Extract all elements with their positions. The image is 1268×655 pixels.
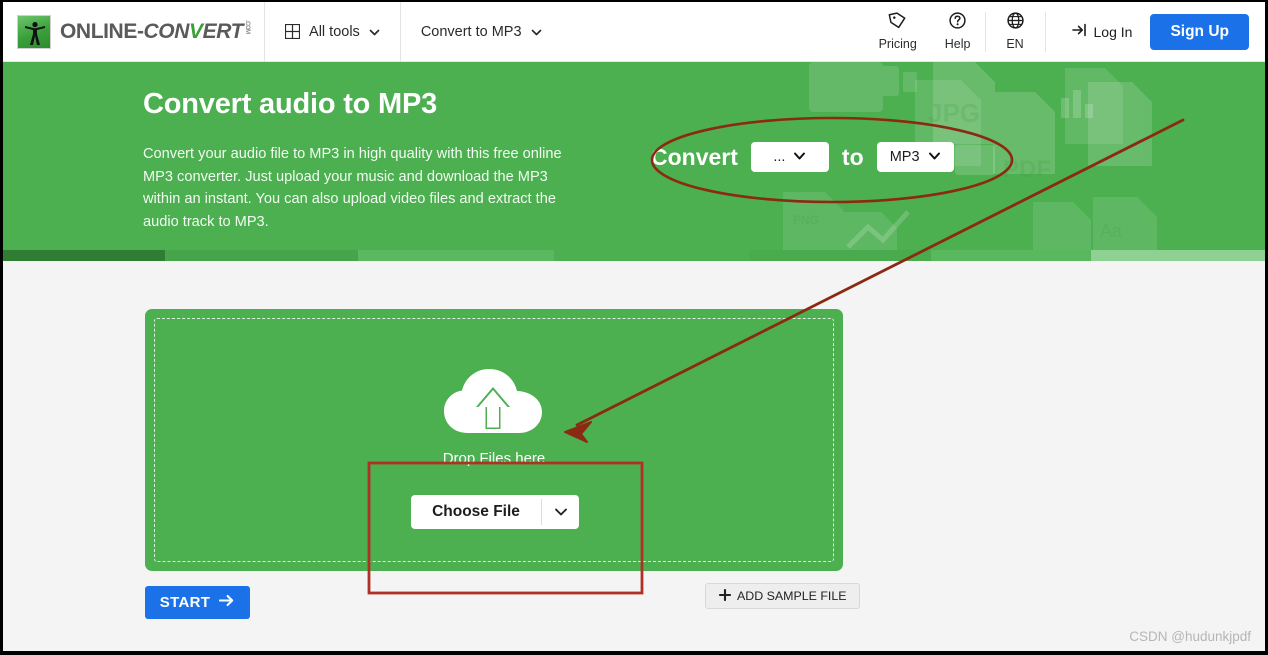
login-link[interactable]: Log In <box>1046 23 1151 40</box>
header-spacer <box>562 2 865 61</box>
logo-part-ert: ERT <box>202 19 244 43</box>
convert-label: Convert <box>651 143 738 170</box>
choose-file-label: Choose File <box>432 503 520 520</box>
target-format-select[interactable]: MP3 <box>876 142 954 172</box>
strip-segment <box>3 250 165 261</box>
file-dropzone[interactable]: Drop Files here <box>145 309 843 571</box>
nav-all-tools-label: All tools <box>309 23 360 40</box>
tag-icon <box>888 12 907 35</box>
dropzone-label: Drop Files here <box>442 450 546 467</box>
help-label: Help <box>944 37 971 51</box>
strip-segment <box>750 250 931 261</box>
nav-all-tools[interactable]: All tools <box>264 2 400 61</box>
header-actions: Pricing Help EN Log In Sign Up <box>865 2 1265 61</box>
chevron-down-icon <box>928 149 941 165</box>
logo-part-online: ONLINE <box>60 19 137 43</box>
source-format-select[interactable]: ... <box>750 142 829 172</box>
login-arrow-icon <box>1071 23 1088 40</box>
start-label: START <box>159 594 211 611</box>
add-sample-file-label: ADD SAMPLE FILE <box>737 589 847 603</box>
add-sample-file-button[interactable]: ADD SAMPLE FILE <box>705 583 861 609</box>
logo-domain: .COM <box>244 19 251 34</box>
svg-text:Aa: Aa <box>1100 221 1123 241</box>
choose-file-button[interactable]: Choose File <box>411 495 579 529</box>
source-format-value: ... <box>773 148 786 165</box>
strip-segment <box>931 250 1091 261</box>
svg-text:PDF: PDF <box>1003 156 1051 183</box>
hero-banner: JPG PDF PNG Aa Convert audio to MP3 Conv… <box>3 62 1265 258</box>
logo-dash: - <box>136 19 144 43</box>
question-circle-icon <box>948 12 967 35</box>
hero-content: Convert audio to MP3 Convert your audio … <box>3 62 563 233</box>
nav-convert-to-mp3-label: Convert to MP3 <box>420 23 522 40</box>
browser-page: ONLINE - CON V ERT .COM All tools Convert to … <box>0 0 1268 655</box>
svg-text:JPG: JPG <box>928 98 980 128</box>
cloud-upload-icon <box>442 365 546 444</box>
strip-segment <box>554 250 750 261</box>
chevron-down-icon <box>531 26 542 37</box>
watermark-text: CSDN @hudunkjpdf <box>1129 629 1251 644</box>
strip-segment <box>165 250 358 261</box>
chevron-down-icon <box>369 26 380 37</box>
strip-segment <box>1091 250 1265 261</box>
grid-icon <box>284 23 301 40</box>
help-link[interactable]: Help <box>931 12 985 51</box>
globe-icon <box>1006 12 1025 35</box>
language-label: EN <box>1006 37 1024 51</box>
nav-convert-to-mp3[interactable]: Convert to MP3 <box>399 2 562 61</box>
chevron-down-icon <box>793 149 806 165</box>
page-title: Convert audio to MP3 <box>143 88 438 120</box>
dropzone-center: Drop Files here <box>145 365 843 467</box>
arrow-right-icon <box>219 594 235 611</box>
convert-selector-row: Convert ... to MP3 <box>651 142 954 172</box>
hero-description: Convert your audio file to MP3 in high q… <box>143 146 562 230</box>
login-label: Log In <box>1093 23 1133 40</box>
site-logo[interactable]: ONLINE - CON V ERT .COM <box>3 2 264 61</box>
signup-button[interactable]: Sign Up <box>1150 13 1249 50</box>
logo-text: ONLINE - CON V ERT .COM <box>60 20 250 44</box>
target-format-value: MP3 <box>889 148 920 165</box>
site-header: ONLINE - CON V ERT .COM All tools Convert to … <box>3 2 1265 62</box>
choose-file-caret[interactable] <box>542 507 579 517</box>
logo-part-con: CON <box>143 19 190 43</box>
language-selector[interactable]: EN <box>984 11 1046 52</box>
plus-icon <box>718 588 732 604</box>
pricing-link[interactable]: Pricing <box>865 12 931 51</box>
to-label: to <box>841 143 864 170</box>
logo-part-v: V <box>189 19 203 43</box>
svg-text:PNG: PNG <box>793 213 819 227</box>
main-content: Drop Files here Choose File START ADD SA… <box>3 261 1265 651</box>
progress-strip <box>3 250 1265 261</box>
pricing-label: Pricing <box>878 37 917 51</box>
logo-mark-icon <box>17 14 51 49</box>
strip-segment <box>358 250 554 261</box>
start-button[interactable]: START <box>145 586 250 619</box>
